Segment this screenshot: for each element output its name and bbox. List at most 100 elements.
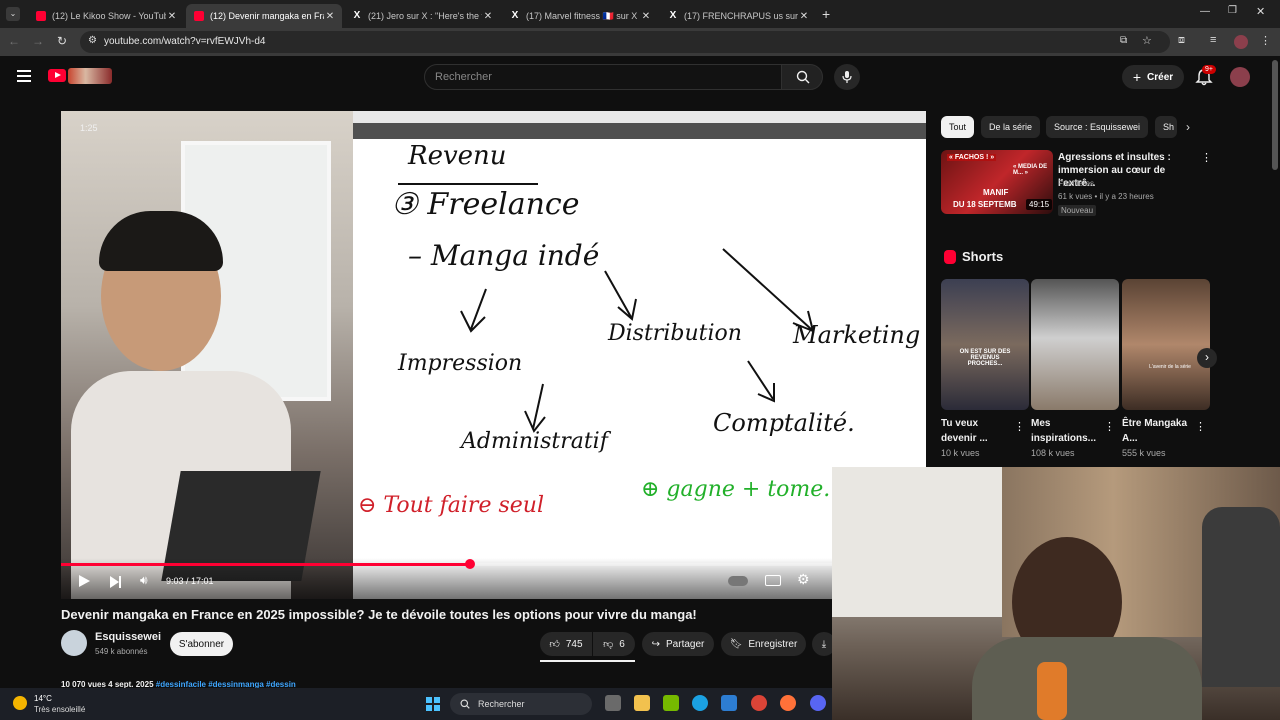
more-options-icon[interactable]: ⋮ — [1014, 420, 1025, 433]
short-thumbnail[interactable]: ON EST SUR DES REVENUS PROCHES... — [941, 279, 1029, 410]
close-window-icon[interactable]: ✕ — [1256, 5, 1265, 18]
search-button[interactable] — [781, 64, 823, 90]
page-scrollbar[interactable] — [1272, 60, 1278, 170]
like-button[interactable]: 👍︎ 745 — [540, 632, 592, 656]
browser-tab[interactable]: X (21) Jero sur X : "Here's the full ✕ — [344, 4, 500, 28]
close-icon[interactable]: ✕ — [324, 11, 336, 22]
thumbs-down-icon: 👎︎ — [603, 639, 614, 650]
create-button[interactable]: + Créer — [1122, 65, 1184, 89]
browser-tab[interactable]: X (17) FRENCHRAPUS us sur X : " ✕ — [660, 4, 816, 28]
channel-avatar[interactable] — [61, 630, 87, 656]
like-count: 745 — [565, 638, 583, 650]
voice-search-button[interactable] — [834, 64, 860, 90]
discord-icon[interactable] — [810, 695, 826, 711]
short-views: 108 k vues — [1031, 448, 1075, 458]
thumb-label: DU 18 SEPTEMB — [953, 200, 1017, 209]
short-title[interactable]: Tu veux devenir ... — [941, 416, 1015, 446]
save-button[interactable]: 🔖︎ Enregistrer — [721, 632, 806, 656]
recommended-channel[interactable]: Frontières — [1058, 179, 1094, 188]
browser-tab-active[interactable]: (12) Devenir mangaka en France ✕ — [186, 4, 342, 28]
progress-scrubber[interactable] — [464, 559, 475, 569]
bookmark-star-icon[interactable]: ☆ — [1142, 34, 1152, 47]
back-icon[interactable]: ← — [8, 34, 20, 48]
new-badge: Nouveau — [1058, 205, 1097, 216]
tab-list-chevron-icon[interactable]: ⌄ — [6, 7, 20, 21]
chip-source[interactable]: Source : Esquissewei — [1046, 116, 1149, 138]
profile-icon[interactable] — [1234, 35, 1248, 49]
minimize-icon[interactable]: — — [1200, 6, 1210, 17]
autoplay-toggle[interactable] — [728, 576, 748, 586]
url-field[interactable]: ⚙ youtube.com/watch?v=rvfEWJVh-d4 ⧉ ☆ — [80, 31, 1170, 53]
search-input[interactable]: Rechercher — [424, 64, 782, 90]
taskbar-search[interactable]: Rechercher — [450, 693, 592, 715]
chrome-icon[interactable] — [751, 695, 767, 711]
dislike-count: 6 — [619, 638, 625, 650]
youtube-logo-icon[interactable] — [48, 69, 66, 82]
channel-name[interactable]: Esquissewei — [95, 631, 161, 643]
task-view-icon[interactable] — [605, 695, 621, 711]
nvidia-icon[interactable] — [663, 695, 679, 711]
hamburger-icon[interactable] — [17, 70, 31, 82]
extensions-icon[interactable]: ⧈ — [1178, 34, 1185, 47]
duration-badge: 49:15 — [1026, 199, 1053, 210]
tab-title: (17) Marvel fitness 🇫🇷 sur X : " — [526, 10, 640, 21]
more-options-icon[interactable]: ⋮ — [1195, 420, 1206, 433]
close-icon[interactable]: ✕ — [798, 11, 810, 22]
share-button[interactable]: ↪ Partager — [642, 632, 714, 656]
whiteboard-ruler — [353, 123, 926, 139]
menu-icon[interactable]: ⋮ — [1260, 34, 1271, 47]
close-icon[interactable]: ✕ — [166, 11, 178, 22]
maximize-icon[interactable]: ❐ — [1228, 5, 1237, 16]
subscribe-button[interactable]: S'abonner — [170, 632, 233, 656]
dislike-button[interactable]: 👎︎ 6 — [593, 632, 635, 656]
new-tab-icon[interactable]: + — [822, 6, 830, 22]
browser-tab[interactable]: (12) Le Kikoo Show - YouTube ✕ — [28, 4, 184, 28]
more-options-icon[interactable]: ⋮ — [1104, 420, 1115, 433]
media-icon[interactable]: ≡ — [1210, 34, 1216, 46]
more-options-icon[interactable]: ⋮ — [1201, 151, 1212, 164]
forward-icon[interactable]: → — [32, 34, 44, 48]
avatar[interactable] — [1230, 67, 1250, 87]
subtitles-icon[interactable] — [765, 575, 781, 586]
short-thumbnail[interactable] — [1031, 279, 1119, 410]
youtube-header: Rechercher + Créer 9+ — [0, 56, 1280, 102]
close-icon[interactable]: ✕ — [640, 11, 652, 22]
shorts-next-icon[interactable]: › — [1197, 348, 1217, 368]
short-views: 555 k vues — [1122, 448, 1166, 458]
chip-shorts[interactable]: Sh — [1155, 116, 1177, 138]
store-icon[interactable] — [721, 695, 737, 711]
tab-title: (12) Devenir mangaka en France — [210, 11, 324, 21]
doodle-logo-icon — [68, 68, 112, 84]
short-title[interactable]: Mes inspirations... — [1031, 416, 1105, 446]
firefox-icon[interactable] — [780, 695, 796, 711]
youtube-icon — [36, 11, 46, 21]
webcam-bottle — [1037, 662, 1067, 720]
x-icon: X — [353, 10, 361, 21]
webcam-person-body — [972, 637, 1202, 720]
site-info-icon[interactable]: ⚙ — [88, 35, 97, 46]
short-title[interactable]: Être Mangaka A... — [1122, 416, 1196, 446]
short-thumbnail[interactable]: L'avenir de la série — [1122, 279, 1210, 410]
volume-icon[interactable]: 🔊︎ — [140, 573, 148, 588]
chip-series[interactable]: De la série — [981, 116, 1041, 138]
browser-tab[interactable]: X (17) Marvel fitness 🇫🇷 sur X : " ✕ — [502, 4, 658, 28]
settings-gear-icon[interactable]: ⚙ — [797, 571, 810, 588]
weather-temperature: 14°C — [34, 694, 52, 703]
close-icon[interactable]: ✕ — [482, 11, 494, 22]
chip-all[interactable]: Tout — [941, 116, 975, 138]
taskbar-search-label: Rechercher — [478, 699, 525, 709]
bookmark-icon: 🔖︎ — [729, 638, 743, 650]
chevron-right-icon[interactable]: › — [1186, 120, 1190, 134]
next-icon[interactable] — [110, 575, 121, 593]
share-label: Partager — [666, 638, 705, 650]
video-title: Devenir mangaka en France en 2025 imposs… — [61, 607, 697, 622]
short-overlay-text: ON EST SUR DES REVENUS PROCHES... — [959, 349, 1011, 367]
reload-icon[interactable]: ↻ — [57, 34, 67, 48]
weather-sun-icon[interactable] — [13, 696, 27, 710]
windows-start-icon[interactable] — [426, 697, 440, 711]
play-icon[interactable] — [79, 575, 90, 587]
edge-icon[interactable] — [692, 695, 708, 711]
install-icon[interactable]: ⧉ — [1120, 35, 1127, 46]
file-explorer-icon[interactable] — [634, 695, 650, 711]
video-player[interactable]: Revenu ③ Freelance – Manga indé Impressi… — [61, 111, 926, 599]
